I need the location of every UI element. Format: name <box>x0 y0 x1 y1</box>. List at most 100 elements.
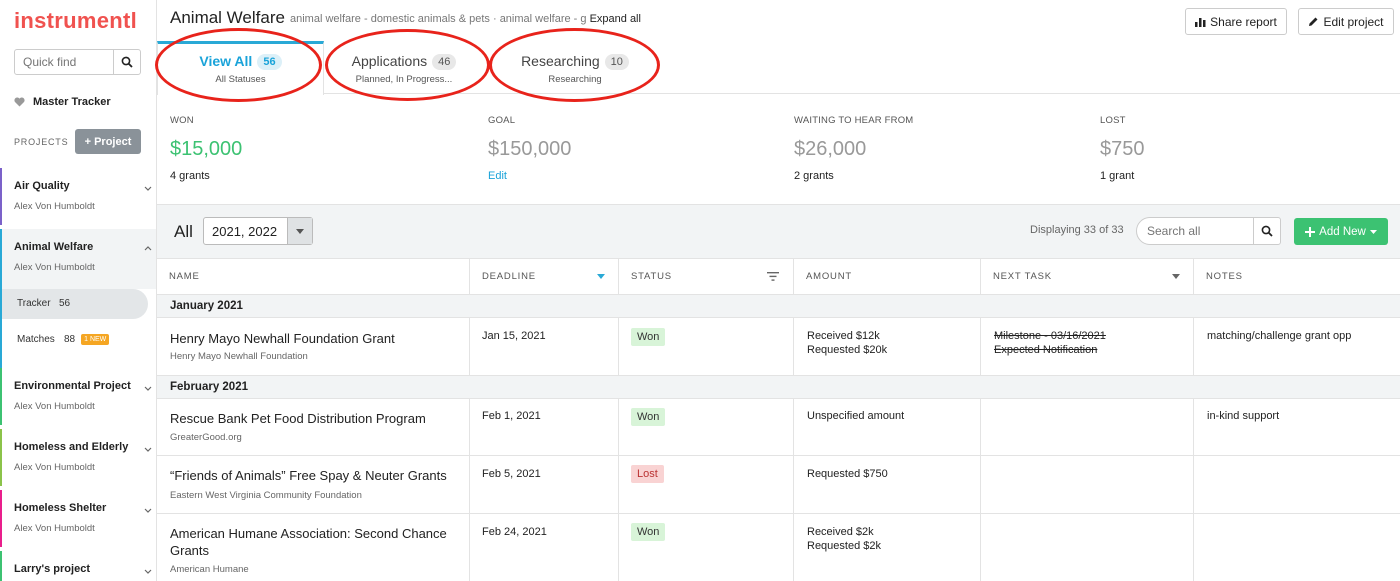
master-tracker-link[interactable]: Master Tracker <box>14 96 111 108</box>
caret-down-icon <box>1369 229 1377 234</box>
amount-text: Received $12k Requested $20k <box>807 330 888 356</box>
sidebar: instrumentl Master Tracker PROJECTS + Pr… <box>0 0 157 581</box>
stat-label: WON <box>170 115 194 126</box>
stat-label: GOAL <box>488 115 516 126</box>
chevron-down-icon[interactable] <box>143 566 153 576</box>
caret-down-icon[interactable] <box>287 218 312 244</box>
add-new-label: Add New <box>1319 225 1366 238</box>
table-row[interactable]: Henry Mayo Newhall Foundation Grant Henr… <box>157 318 1400 376</box>
matches-label: Matches <box>17 334 55 345</box>
sidebar-project-environmental[interactable]: Environmental Project Alex Von Humboldt <box>0 368 156 425</box>
sidebar-matches[interactable]: Matches 88 1 NEW <box>2 328 148 352</box>
col-amount[interactable]: AMOUNT <box>794 259 981 295</box>
sidebar-project-air-quality[interactable]: Air Quality Alex Von Humboldt <box>0 168 156 225</box>
col-status[interactable]: STATUS <box>619 259 794 295</box>
plus-icon <box>1305 226 1316 237</box>
cell-amount: Received $2k Requested $2k <box>794 514 981 581</box>
sidebar-project-homeless-elderly[interactable]: Homeless and Elderly Alex Von Humboldt <box>0 429 156 486</box>
cell-next-task[interactable] <box>981 456 1194 513</box>
chevron-up-icon[interactable] <box>143 244 153 254</box>
stat-footer: 1 grant <box>1100 170 1135 182</box>
cell-notes[interactable] <box>1194 456 1400 513</box>
notes-text[interactable]: matching/challenge grant opp <box>1207 329 1351 343</box>
stat-label: WAITING TO HEAR FROM <box>794 115 914 126</box>
stat-footer: 4 grants <box>170 170 210 182</box>
cell-name: American Humane Association: Second Chan… <box>157 514 470 581</box>
project-name: Homeless and Elderly <box>14 441 129 453</box>
project-name: Air Quality <box>14 180 70 192</box>
sort-desc-icon <box>597 274 605 279</box>
cell-next-task[interactable] <box>981 514 1194 581</box>
search-button[interactable] <box>1253 218 1280 244</box>
col-name[interactable]: NAME <box>157 259 470 295</box>
edit-project-button[interactable]: Edit project <box>1298 8 1394 35</box>
edit-project-label: Edit project <box>1323 14 1384 29</box>
sidebar-project-homeless-shelter[interactable]: Homeless Shelter Alex Von Humboldt <box>0 490 156 547</box>
next-task-text[interactable]: Milestone - 03/16/2021 Expected Notificat… <box>994 329 1106 357</box>
cell-name: “Friends of Animals” Free Spay & Neuter … <box>157 456 470 513</box>
stat-value: $150,000 <box>488 138 572 160</box>
status-badge[interactable]: Won <box>631 523 666 541</box>
status-badge[interactable]: Won <box>631 328 666 346</box>
project-name: Environmental Project <box>14 380 131 392</box>
heart-icon <box>14 97 25 107</box>
col-notes[interactable]: NOTES <box>1194 259 1400 295</box>
share-report-button[interactable]: Share report <box>1185 8 1287 35</box>
cell-notes[interactable] <box>1194 514 1400 581</box>
cell-name: Henry Mayo Newhall Foundation Grant Henr… <box>157 318 470 375</box>
year-select[interactable]: 2021, 2022 <box>203 217 313 245</box>
col-deadline[interactable]: DEADLINE <box>470 259 619 295</box>
table-row[interactable]: Rescue Bank Pet Food Distribution Progra… <box>157 399 1400 456</box>
chevron-down-icon[interactable] <box>143 183 153 193</box>
stat-label: LOST <box>1100 115 1126 126</box>
deadline-text: Feb 5, 2021 <box>482 468 541 480</box>
cell-next-task: Milestone - 03/16/2021 Expected Notificat… <box>981 318 1194 375</box>
grant-name[interactable]: “Friends of Animals” Free Spay & Neuter … <box>170 467 447 484</box>
add-new-button[interactable]: Add New <box>1294 218 1388 245</box>
search-input[interactable] <box>1137 218 1253 244</box>
cell-deadline: Jan 15, 2021 <box>470 318 619 375</box>
grant-name[interactable]: American Humane Association: Second Chan… <box>170 525 460 559</box>
filter-icon[interactable] <box>767 272 779 281</box>
edit-goal-link[interactable]: Edit <box>488 170 507 182</box>
grant-name[interactable]: Rescue Bank Pet Food Distribution Progra… <box>170 410 426 427</box>
chevron-down-icon[interactable] <box>143 505 153 515</box>
expand-all-link[interactable]: Expand all <box>590 13 641 25</box>
deadline-text: Feb 24, 2021 <box>482 526 547 538</box>
quick-find-button[interactable] <box>113 50 140 74</box>
add-project-button[interactable]: + Project <box>75 129 141 154</box>
chevron-down-icon[interactable] <box>143 383 153 393</box>
caret-down-icon[interactable] <box>1172 274 1180 279</box>
search-icon <box>1261 225 1273 237</box>
project-owner: Alex Von Humboldt <box>14 201 95 212</box>
app-logo[interactable]: instrumentl <box>14 8 137 34</box>
quick-find-input[interactable] <box>15 50 113 74</box>
project-owner: Alex Von Humboldt <box>14 462 95 473</box>
sidebar-project-larry[interactable]: Larry's project <box>0 551 156 581</box>
chevron-down-icon[interactable] <box>143 444 153 454</box>
table-toolbar: All 2021, 2022 Displaying 33 of 33 Add N… <box>157 205 1400 259</box>
notes-text[interactable]: in-kind support <box>1207 409 1279 423</box>
amount-text: Unspecified amount <box>807 410 905 422</box>
cell-amount: Received $12k Requested $20k <box>794 318 981 375</box>
table-row[interactable]: American Humane Association: Second Chan… <box>157 514 1400 581</box>
search-all <box>1136 217 1281 245</box>
cell-status: Won <box>619 399 794 455</box>
group-header: February 2021 <box>157 376 1400 399</box>
page-title: Animal Welfare <box>170 8 285 27</box>
stat-footer: 2 grants <box>794 170 834 182</box>
cell-amount: Unspecified amount <box>794 399 981 455</box>
cell-deadline: Feb 5, 2021 <box>470 456 619 513</box>
grant-name[interactable]: Henry Mayo Newhall Foundation Grant <box>170 330 395 347</box>
status-badge[interactable]: Won <box>631 408 666 426</box>
sidebar-tracker[interactable]: Tracker 56 <box>2 289 148 319</box>
table-row[interactable]: “Friends of Animals” Free Spay & Neuter … <box>157 456 1400 514</box>
deadline-text: Feb 1, 2021 <box>482 410 541 422</box>
cell-next-task[interactable] <box>981 399 1194 455</box>
project-name: Homeless Shelter <box>14 502 107 514</box>
status-badge[interactable]: Lost <box>631 465 664 483</box>
sidebar-project-animal-welfare[interactable]: Animal Welfare Alex Von Humboldt <box>0 229 156 289</box>
col-next-task[interactable]: NEXT TASK <box>981 259 1194 295</box>
deadline-text: Jan 15, 2021 <box>482 330 546 342</box>
filter-all-label: All <box>174 222 193 241</box>
